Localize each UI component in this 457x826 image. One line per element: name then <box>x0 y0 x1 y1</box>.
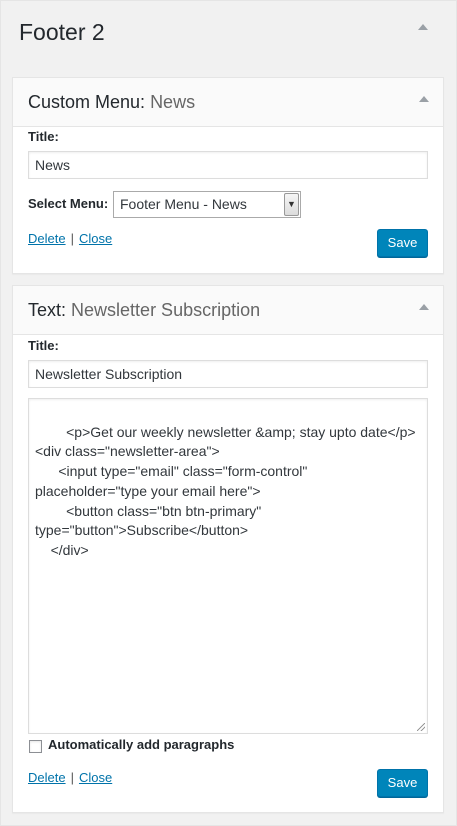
title-label: Title: <box>28 338 59 353</box>
custom-menu-widget: Custom Menu: News Title: News Select Men… <box>12 77 444 274</box>
link-separator: | <box>70 770 74 785</box>
widget-toggle-arrow-icon[interactable] <box>419 304 429 310</box>
save-button[interactable]: Save <box>377 769 428 797</box>
close-link[interactable]: Close <box>79 770 112 785</box>
select-menu-dropdown[interactable]: Footer Menu - News ▼ <box>113 191 301 218</box>
sidebar-title: Footer 2 <box>19 19 105 45</box>
close-link[interactable]: Close <box>79 231 112 246</box>
widget-title: Custom Menu: News <box>28 92 195 113</box>
title-label: Title: <box>28 129 59 144</box>
widget-instance-title: Newsletter Subscription <box>71 300 261 320</box>
chevron-down-icon[interactable]: ▼ <box>284 193 299 216</box>
widget-type: Text: <box>28 300 67 320</box>
auto-paragraphs-checkbox[interactable] <box>29 740 42 753</box>
resize-handle-icon[interactable] <box>417 723 425 731</box>
delete-link[interactable]: Delete <box>28 231 66 246</box>
content-textarea[interactable]: <p>Get our weekly newsletter &amp; stay … <box>28 398 428 734</box>
text-widget: Text: Newsletter Subscription Title: New… <box>12 285 444 813</box>
link-separator: | <box>70 231 74 246</box>
save-button[interactable]: Save <box>377 229 428 257</box>
title-input[interactable]: News <box>28 151 428 179</box>
widget-header[interactable]: Text: Newsletter Subscription <box>13 286 443 335</box>
widget-toggle-arrow-icon[interactable] <box>419 96 429 102</box>
content-text: <p>Get our weekly newsletter &amp; stay … <box>35 423 416 558</box>
select-menu-value: Footer Menu - News <box>120 196 247 212</box>
select-menu-label: Select Menu: <box>28 196 109 211</box>
title-input[interactable]: Newsletter Subscription <box>28 360 428 388</box>
sidebar-header[interactable]: Footer 2 <box>1 1 456 67</box>
widget-title: Text: Newsletter Subscription <box>28 300 260 321</box>
widget-control-links: Delete | Close <box>28 770 112 785</box>
widget-instance-title: News <box>150 92 196 112</box>
widget-sidebar: Footer 2 Custom Menu: News Title: News S… <box>0 0 457 826</box>
widget-control-links: Delete | Close <box>28 231 112 246</box>
widget-type: Custom Menu: <box>28 92 146 112</box>
auto-paragraphs-label[interactable]: Automatically add paragraphs <box>48 737 234 752</box>
delete-link[interactable]: Delete <box>28 770 66 785</box>
collapse-arrow-icon[interactable] <box>418 24 428 30</box>
widget-header[interactable]: Custom Menu: News <box>13 78 443 127</box>
